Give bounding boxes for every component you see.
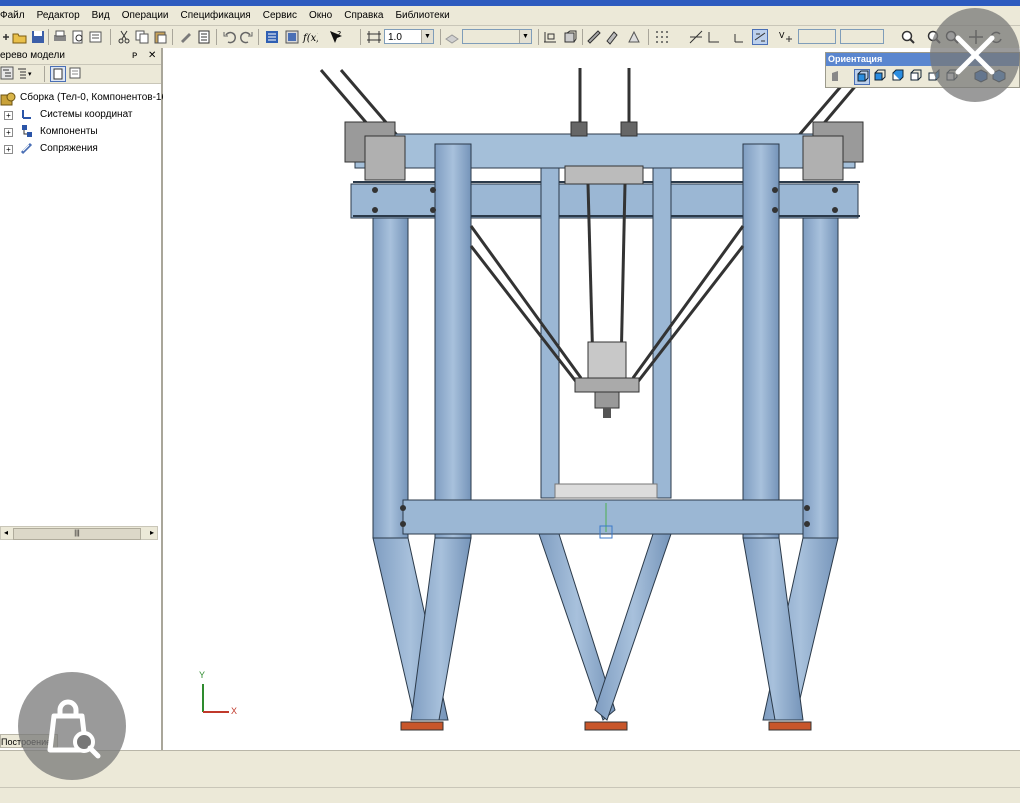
chevron-down-icon: ▼ — [421, 30, 433, 43]
main-toolbar: f(x) ? 1.0 ▼ ▼ V — [0, 26, 1020, 49]
print-setup-icon[interactable] — [88, 29, 104, 45]
view-front-icon[interactable] — [854, 69, 870, 85]
menu-libraries[interactable]: Библиотеки — [389, 10, 455, 21]
coord-x-field[interactable] — [798, 29, 836, 44]
line-width-select[interactable]: 1.0 ▼ — [384, 29, 434, 44]
expand-icon[interactable]: + — [4, 128, 13, 137]
visual-search-button[interactable] — [18, 672, 126, 780]
pointer-help-icon[interactable]: ? — [328, 29, 344, 45]
tree-item-coords[interactable]: + Системы координат — [0, 107, 160, 123]
view-top-icon[interactable] — [890, 69, 906, 85]
expand-icon[interactable]: + — [4, 111, 13, 120]
spec-icon[interactable] — [196, 29, 212, 45]
menu-bar: Файл Редактор Вид Операции Спецификация … — [0, 6, 1020, 26]
measure-icon[interactable] — [586, 29, 602, 45]
svg-text:f(x): f(x) — [302, 33, 318, 44]
close-icon — [955, 35, 995, 75]
menu-help[interactable]: Справка — [338, 10, 389, 21]
tree-item-components[interactable]: + Компоненты — [0, 124, 160, 140]
tree-filter-icon[interactable] — [50, 66, 66, 82]
tree-item-label: Системы координат — [40, 109, 133, 120]
tree-item-mates[interactable]: + Сопряжения — [0, 141, 160, 157]
part-edit-icon[interactable] — [562, 29, 578, 45]
sketch-icon[interactable] — [542, 29, 558, 45]
attribute-icon[interactable] — [626, 29, 642, 45]
menu-service[interactable]: Сервис — [257, 10, 303, 21]
model-tree-panel: ерево модели ᴘ ✕ ▾ Сборка (Тел-0, Компон… — [0, 48, 167, 750]
menu-view[interactable]: Вид — [86, 10, 116, 21]
tree-horizontal-scrollbar[interactable]: ◂ ||| ▸ — [0, 526, 158, 540]
fx-icon[interactable]: f(x) — [302, 29, 318, 45]
chevron-down-icon: ▼ — [519, 30, 531, 43]
view-bottom-icon[interactable] — [908, 69, 924, 85]
tree-view-icon[interactable] — [0, 66, 16, 82]
orientation-menu-icon[interactable] — [830, 69, 846, 85]
layer-icon[interactable] — [444, 29, 460, 45]
save-icon[interactable] — [30, 29, 46, 45]
grid-icon[interactable] — [654, 29, 670, 45]
tree-item-label: Компоненты — [40, 126, 98, 137]
copy-icon[interactable] — [134, 29, 150, 45]
shopping-search-icon — [47, 699, 101, 759]
print-icon[interactable] — [52, 29, 68, 45]
scroll-left-icon[interactable]: ◂ — [1, 528, 11, 538]
menu-window[interactable]: Окно — [303, 10, 338, 21]
axis-y-label: Y — [199, 670, 206, 680]
status-bar — [0, 750, 1020, 803]
dynamic-icon[interactable] — [752, 29, 768, 45]
grid-step-icon[interactable] — [366, 29, 382, 45]
svg-text:▾: ▾ — [28, 71, 32, 78]
view-back-icon[interactable] — [872, 69, 888, 85]
line-width-value: 1.0 — [388, 32, 402, 43]
model-tree-toolbar: ▾ — [0, 65, 161, 84]
coord-y-field[interactable] — [840, 29, 884, 44]
local-cs-icon[interactable] — [732, 29, 748, 45]
delta-printer-model — [202, 68, 871, 731]
paste-icon[interactable] — [152, 29, 168, 45]
cut-icon[interactable] — [116, 29, 132, 45]
open-icon[interactable] — [12, 29, 28, 45]
mates-icon — [20, 141, 34, 161]
tree-settings-icon[interactable] — [68, 66, 84, 82]
manager-icon[interactable] — [264, 29, 280, 45]
style-select[interactable]: ▼ — [462, 29, 532, 44]
vertex-icon[interactable]: V — [778, 29, 794, 45]
redo-icon[interactable] — [238, 29, 254, 45]
preview-icon[interactable] — [70, 29, 86, 45]
ortho-icon[interactable] — [706, 29, 722, 45]
tree-root-label: Сборка (Тел-0, Компонентов-16 — [20, 92, 168, 103]
pin-icon[interactable]: ᴘ — [132, 48, 137, 64]
model-tree-header: ерево модели ᴘ ✕ — [0, 48, 161, 65]
snap-icon[interactable] — [688, 29, 704, 45]
menu-specification[interactable]: Спецификация — [175, 10, 257, 21]
axis-x-label: X — [231, 706, 238, 716]
tree-structure-icon[interactable]: ▾ — [16, 66, 32, 82]
menu-editor[interactable]: Редактор — [31, 10, 86, 21]
scrollbar-thumb[interactable]: ||| — [13, 528, 141, 540]
svg-text:V: V — [779, 31, 785, 40]
menu-file[interactable]: Файл — [0, 10, 31, 21]
svg-text:?: ? — [337, 30, 341, 39]
expand-icon[interactable]: + — [4, 145, 13, 154]
model-tree-title: ерево модели — [0, 50, 65, 61]
properties-icon[interactable] — [178, 29, 194, 45]
model-viewport[interactable]: Y X — [163, 48, 1020, 750]
close-overlay-button[interactable] — [930, 8, 1020, 102]
undo-icon[interactable] — [222, 29, 238, 45]
tree-item-label: Сопряжения — [40, 143, 98, 154]
zoom-icon[interactable] — [900, 29, 916, 45]
close-icon[interactable]: ✕ — [148, 48, 156, 64]
scroll-right-icon[interactable]: ▸ — [147, 528, 157, 538]
variables-icon[interactable] — [284, 29, 300, 45]
menu-operations[interactable]: Операции — [116, 10, 175, 21]
mass-icon[interactable] — [604, 29, 620, 45]
